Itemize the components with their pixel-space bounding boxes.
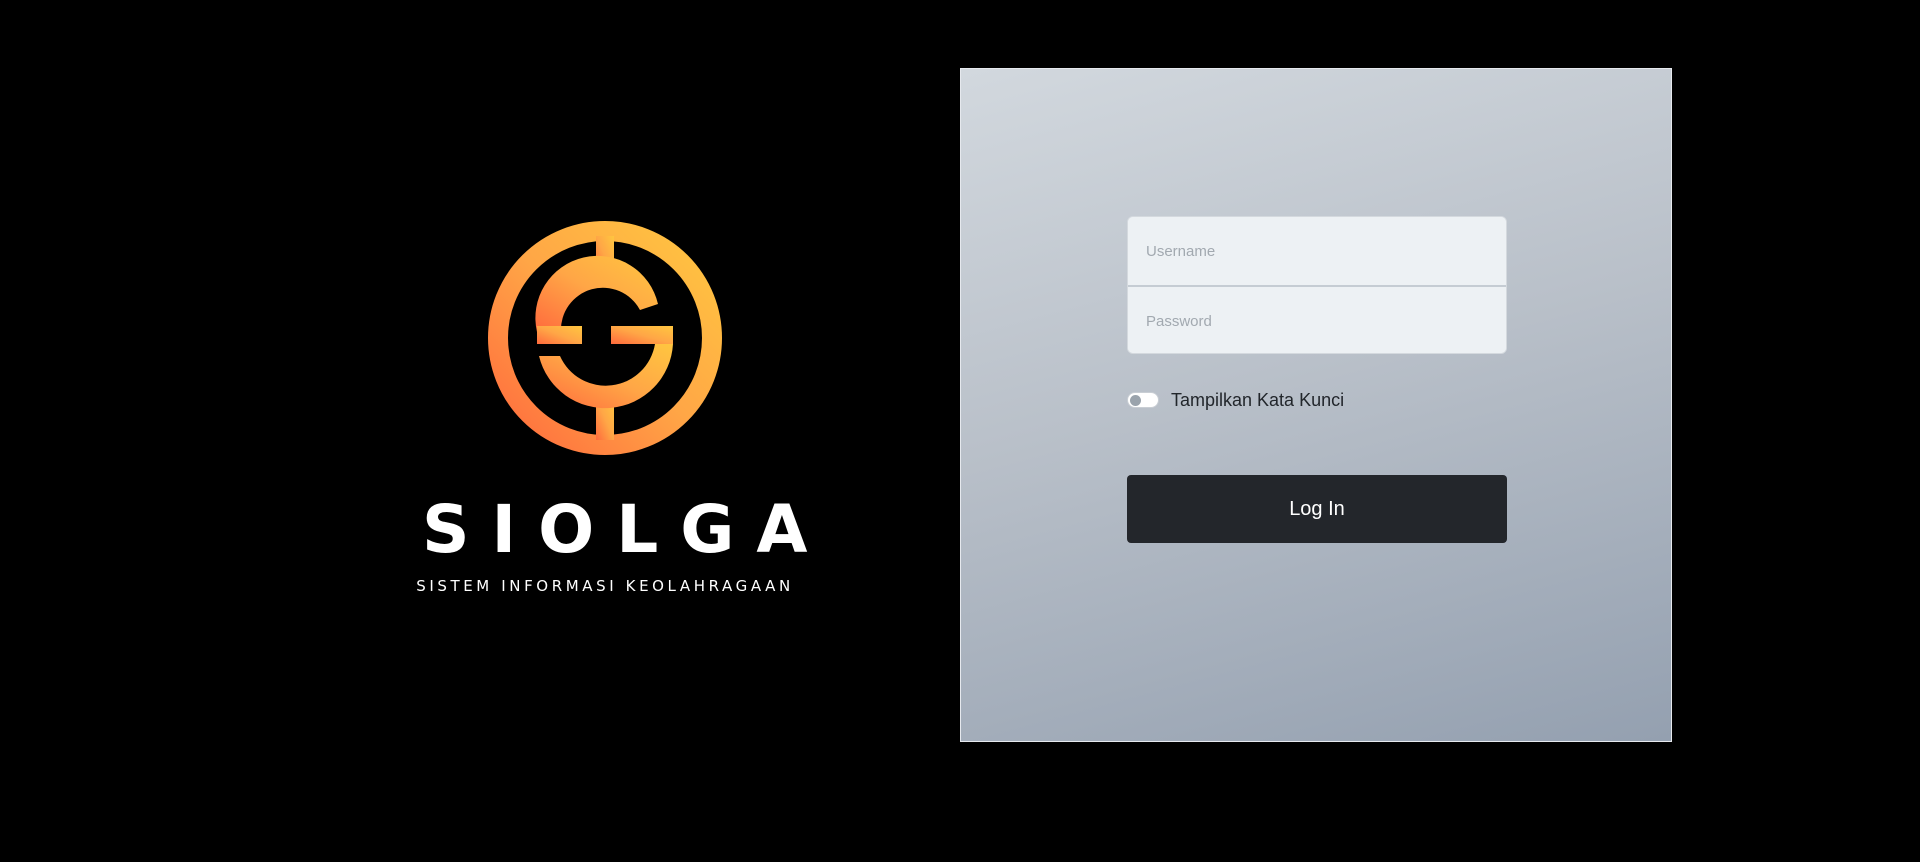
password-input[interactable] [1128, 287, 1506, 353]
login-panel: Tampilkan Kata Kunci Log In [960, 68, 1672, 742]
login-button[interactable]: Log In [1127, 475, 1507, 543]
siolga-logo-icon [488, 221, 722, 455]
app-title: SIOLGA [422, 491, 830, 568]
brand-area: SIOLGA SISTEM INFORMASI KEOLAHRAGAAN [400, 210, 810, 610]
show-password-label[interactable]: Tampilkan Kata Kunci [1171, 390, 1344, 411]
app-subtitle: SISTEM INFORMASI KEOLAHRAGAAN [416, 577, 794, 595]
toggle-knob [1130, 395, 1141, 406]
show-password-toggle[interactable] [1127, 392, 1159, 408]
show-password-row[interactable]: Tampilkan Kata Kunci [1127, 387, 1344, 413]
username-input[interactable] [1128, 217, 1506, 285]
credentials-group [1127, 216, 1507, 354]
